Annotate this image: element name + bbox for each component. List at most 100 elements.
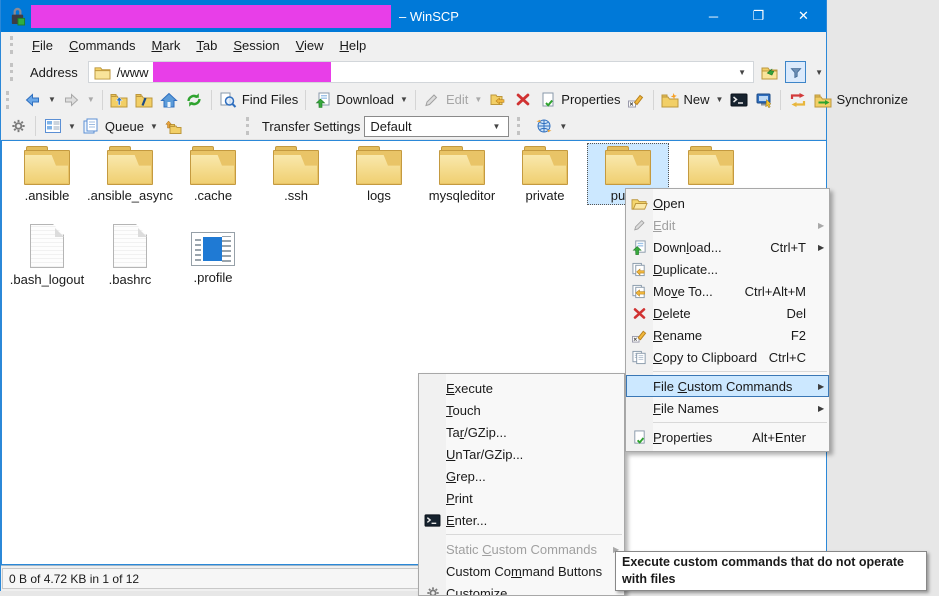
toolbar-grip[interactable]	[246, 117, 254, 135]
toolbar-grip[interactable]	[10, 36, 18, 54]
home-directory-button[interactable]	[157, 88, 182, 112]
queue-button[interactable]: Queue	[79, 114, 147, 138]
context-menu-item-move-to[interactable]: Move To...Ctrl+Alt+M	[626, 280, 829, 302]
context-menu-item-copy-to-clipboard[interactable]: Copy to ClipboardCtrl+C	[626, 346, 829, 368]
new-button[interactable]: New	[658, 88, 713, 112]
file-item-profile[interactable]: .profile	[172, 221, 254, 289]
submenu-item-execute[interactable]: Execute	[419, 377, 624, 399]
session-globe-button[interactable]	[531, 114, 556, 138]
menu-commands[interactable]: Commands	[61, 35, 143, 56]
menu-view[interactable]: View	[288, 35, 332, 56]
submenu-item-customize[interactable]: Customize...	[419, 582, 624, 596]
toolbar-separator	[415, 90, 416, 110]
context-menu: OpenEdit▶Download...Ctrl+T▶Duplicate...M…	[625, 188, 830, 452]
submenu-item-touch[interactable]: Touch	[419, 399, 624, 421]
folder-icon	[273, 146, 319, 184]
filter-button[interactable]	[785, 61, 806, 83]
submenu-item-untar-gzip[interactable]: UnTar/GZip...	[419, 443, 624, 465]
file-item-private[interactable]: private	[504, 143, 586, 205]
edit-dropdown-icon[interactable]: ▼	[471, 95, 485, 104]
download-dropdown-icon[interactable]: ▼	[397, 95, 411, 104]
context-menu-item-open[interactable]: Open	[626, 192, 829, 214]
context-menu-item-rename[interactable]: RenameF2	[626, 324, 829, 346]
submenu-item-custom-command-buttons[interactable]: Custom Command Buttons	[419, 560, 624, 582]
address-dropdown-icon[interactable]: ▼	[735, 68, 749, 77]
context-menu-item-file-names[interactable]: File Names▶	[626, 397, 829, 419]
back-button[interactable]	[20, 88, 45, 112]
open-in-putty-button[interactable]	[751, 88, 776, 112]
menu-icon-slot	[419, 465, 446, 487]
toolbar-separator	[653, 90, 654, 110]
pencil-icon	[626, 214, 653, 236]
context-menu-item-file-custom-commands[interactable]: File Custom Commands▶	[626, 375, 829, 397]
toolbar-grip[interactable]	[6, 91, 14, 109]
file-item-ansible-async[interactable]: .ansible_async	[89, 143, 171, 205]
refresh-button[interactable]	[182, 88, 207, 112]
file-item-bash-logout[interactable]: .bash_logout	[6, 221, 88, 289]
menu-help[interactable]: Help	[332, 35, 375, 56]
duplicate-icon	[488, 91, 507, 108]
rename-button[interactable]	[624, 88, 649, 112]
view-style-dropdown-icon[interactable]: ▼	[65, 122, 79, 131]
file-item-bashrc[interactable]: .bashrc	[89, 221, 171, 289]
address-path: /www	[117, 65, 149, 80]
context-menu-item-download[interactable]: Download...Ctrl+T▶	[626, 236, 829, 258]
file-item-logs[interactable]: logs	[338, 143, 420, 205]
submenu-item-print[interactable]: Print	[419, 487, 624, 509]
menu-tab[interactable]: Tab	[188, 35, 225, 56]
toolbar-grip[interactable]	[10, 63, 18, 81]
open-directory-bookmark-icon[interactable]	[760, 64, 779, 81]
properties-button[interactable]: Properties	[535, 88, 623, 112]
queue-dropdown-icon[interactable]: ▼	[147, 122, 161, 131]
upload-folder-icon	[164, 118, 183, 135]
edit-button[interactable]: Edit	[420, 88, 471, 112]
close-button[interactable]: ✕	[781, 0, 826, 32]
submenu-item-grep[interactable]: Grep...	[419, 465, 624, 487]
duplicate-icon	[626, 258, 653, 280]
transfer-settings-combo[interactable]: Default ▼	[364, 116, 509, 137]
status-text: 0 B of 4.72 KB in 1 of 12	[2, 568, 420, 589]
view-style-button[interactable]	[40, 114, 65, 138]
minimize-button[interactable]: ─	[691, 0, 736, 32]
find-files-button[interactable]: Find Files	[216, 88, 301, 112]
context-menu-item-delete[interactable]: DeleteDel	[626, 302, 829, 324]
file-item-mysqleditor[interactable]: mysqleditor	[421, 143, 503, 205]
toolbar-grip[interactable]	[517, 117, 525, 135]
submenu-arrow-icon: ▶	[818, 243, 829, 252]
duplicate-button[interactable]	[485, 88, 510, 112]
delete-button[interactable]	[510, 88, 535, 112]
toolbar-separator	[305, 90, 306, 110]
session-dropdown-icon[interactable]: ▼	[556, 122, 570, 131]
forward-dropdown-icon[interactable]: ▼	[84, 95, 98, 104]
back-dropdown-icon[interactable]: ▼	[45, 95, 59, 104]
parent-directory-button[interactable]	[107, 88, 132, 112]
queue-upload-button[interactable]	[161, 114, 186, 138]
menu-mark[interactable]: Mark	[143, 35, 188, 56]
delete-icon	[626, 302, 653, 324]
open-terminal-button[interactable]	[726, 88, 751, 112]
context-menu-item-edit[interactable]: Edit▶	[626, 214, 829, 236]
filter-dropdown-icon[interactable]: ▼	[812, 68, 826, 77]
file-item-cache[interactable]: .cache	[172, 143, 254, 205]
submenu-item-enter[interactable]: Enter...	[419, 509, 624, 531]
edit-pencil-icon	[423, 91, 442, 108]
preferences-button[interactable]	[6, 114, 31, 138]
menu-session[interactable]: Session	[225, 35, 287, 56]
root-directory-button[interactable]	[132, 88, 157, 112]
synchronize-button[interactable]: Synchronize	[810, 88, 911, 112]
menu-item-label: Enter...	[446, 513, 601, 528]
submenu-item-static-custom-commands[interactable]: Static Custom Commands▶	[419, 538, 624, 560]
address-field[interactable]: /www ▼	[88, 61, 754, 83]
maximize-button[interactable]: ❐	[736, 0, 781, 32]
download-button[interactable]: Download	[310, 88, 397, 112]
menu-file[interactable]: File	[24, 35, 61, 56]
submenu-item-tar-gzip[interactable]: Tar/GZip...	[419, 421, 624, 443]
forward-button[interactable]	[59, 88, 84, 112]
file-item-ansible[interactable]: .ansible	[6, 143, 88, 205]
refresh-remote-button[interactable]	[785, 88, 810, 112]
properties-icon	[538, 91, 557, 108]
context-menu-item-properties[interactable]: PropertiesAlt+Enter	[626, 426, 829, 448]
context-menu-item-duplicate[interactable]: Duplicate...	[626, 258, 829, 280]
file-item-ssh[interactable]: .ssh	[255, 143, 337, 205]
new-dropdown-icon[interactable]: ▼	[713, 95, 727, 104]
